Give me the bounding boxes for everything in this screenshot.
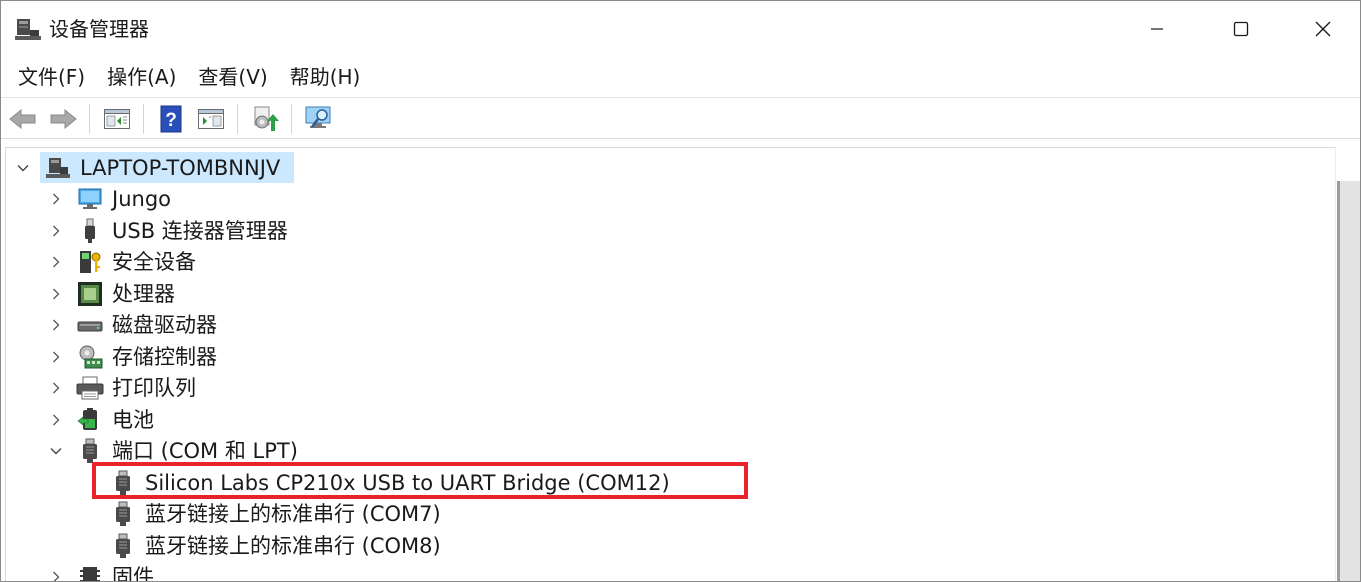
chevron-right-icon[interactable] xyxy=(49,224,63,238)
window-title: 设备管理器 xyxy=(49,17,149,41)
category-label: USB 连接器管理器 xyxy=(112,219,288,243)
show-hide-console-tree-button[interactable] xyxy=(101,103,133,135)
chevron-right-icon[interactable] xyxy=(49,255,63,269)
port-icon xyxy=(109,469,137,497)
show-hide-console-tree-icon xyxy=(104,109,130,129)
security-device-icon xyxy=(76,248,104,276)
tree-category-firmware[interactable]: 固件 xyxy=(6,561,1306,582)
menu-help[interactable]: 帮助(H) xyxy=(279,61,372,93)
device-manager-window: 设备管理器 文件(F) 操作(A) 查看(V) 帮助(H) ? LAPTOP-T… xyxy=(0,0,1361,582)
usb-connector-icon xyxy=(76,217,104,245)
firmware-icon xyxy=(76,563,104,581)
toolbar-separator xyxy=(89,104,90,134)
chevron-down-icon[interactable] xyxy=(16,161,30,175)
tree-category-ports[interactable]: 端口 (COM 和 LPT) xyxy=(6,435,1306,466)
computer-name-label: LAPTOP-TOMBNNJV xyxy=(80,156,281,180)
category-label: 磁盘驱动器 xyxy=(112,313,217,337)
toolbar-separator xyxy=(143,104,144,134)
chevron-right-icon[interactable] xyxy=(49,318,63,332)
title-bar: 设备管理器 xyxy=(1,1,1360,57)
maximize-button[interactable] xyxy=(1195,1,1287,57)
category-label: 电池 xyxy=(112,408,154,432)
menu-view[interactable]: 查看(V) xyxy=(187,61,278,93)
menu-action[interactable]: 操作(A) xyxy=(96,61,187,93)
battery-icon xyxy=(76,406,104,434)
device-label: Silicon Labs CP210x USB to UART Bridge (… xyxy=(145,471,670,495)
tree-root-computer[interactable]: LAPTOP-TOMBNNJV xyxy=(6,152,1306,183)
tree-category-security-devices[interactable]: 安全设备 xyxy=(6,246,1306,277)
tree-category-print-queues[interactable]: 打印队列 xyxy=(6,372,1306,403)
minimize-button[interactable] xyxy=(1111,1,1203,57)
disk-drive-icon xyxy=(76,311,104,339)
update-driver-button[interactable] xyxy=(249,103,281,135)
back-button[interactable] xyxy=(7,103,39,135)
category-label: 处理器 xyxy=(112,282,175,306)
tree-category-disk-drives[interactable]: 磁盘驱动器 xyxy=(6,309,1306,340)
forward-button[interactable] xyxy=(47,103,79,135)
help-button[interactable]: ? xyxy=(155,103,187,135)
chevron-down-icon[interactable] xyxy=(49,444,63,458)
device-manager-app-icon xyxy=(15,16,41,42)
chevron-right-icon[interactable] xyxy=(49,350,63,364)
printer-icon xyxy=(76,374,104,402)
computer-icon xyxy=(44,154,72,182)
toolbar-separator xyxy=(291,104,292,134)
close-icon xyxy=(1315,21,1331,37)
device-label: 蓝牙链接上的标准串行 (COM8) xyxy=(145,534,441,558)
scan-hardware-button[interactable] xyxy=(303,103,335,135)
toolbar-separator xyxy=(237,104,238,134)
device-label: 蓝牙链接上的标准串行 (COM7) xyxy=(145,502,441,526)
svg-text:?: ? xyxy=(165,110,177,131)
action-pane-button[interactable] xyxy=(195,103,227,135)
tree-device-bluetooth-serial-com8[interactable]: 蓝牙链接上的标准串行 (COM8) xyxy=(6,530,1306,561)
port-icon xyxy=(109,532,137,560)
minimize-icon xyxy=(1151,28,1163,30)
tree-device-cp210x-com12[interactable]: Silicon Labs CP210x USB to UART Bridge (… xyxy=(6,467,1306,498)
tree-category-storage-controllers[interactable]: 存储控制器 xyxy=(6,341,1306,372)
maximize-icon xyxy=(1233,21,1249,37)
toolbar: ? xyxy=(1,97,1360,139)
close-button[interactable] xyxy=(1277,1,1360,57)
tree-category-batteries[interactable]: 电池 xyxy=(6,404,1306,435)
tree-category-jungo[interactable]: Jungo xyxy=(6,183,1306,214)
port-icon xyxy=(109,500,137,528)
chevron-right-icon[interactable] xyxy=(49,192,63,206)
update-driver-icon xyxy=(254,106,279,131)
scrollbar-thumb[interactable] xyxy=(1337,181,1360,581)
port-icon xyxy=(76,437,104,465)
help-icon: ? xyxy=(160,105,182,133)
chevron-right-icon[interactable] xyxy=(49,570,63,581)
menu-bar: 文件(F) 操作(A) 查看(V) 帮助(H) xyxy=(1,57,1360,97)
scan-hardware-icon xyxy=(305,106,331,128)
processor-icon xyxy=(76,280,104,308)
tree-category-usb-connector-manager[interactable]: USB 连接器管理器 xyxy=(6,215,1306,246)
menu-file[interactable]: 文件(F) xyxy=(7,61,96,93)
action-pane-icon xyxy=(198,109,224,129)
tree-device-bluetooth-serial-com7[interactable]: 蓝牙链接上的标准串行 (COM7) xyxy=(6,498,1306,529)
category-label: 打印队列 xyxy=(112,376,196,400)
device-tree: LAPTOP-TOMBNNJV Jungo USB 连接器管理器 安全设备 处理… xyxy=(5,147,1335,582)
vertical-scrollbar[interactable] xyxy=(1335,147,1360,581)
category-label: 安全设备 xyxy=(112,250,196,274)
chevron-right-icon[interactable] xyxy=(49,381,63,395)
back-arrow-icon xyxy=(9,108,36,130)
chevron-right-icon[interactable] xyxy=(49,287,63,301)
category-label: 存储控制器 xyxy=(112,345,217,369)
storage-controller-icon xyxy=(76,343,104,371)
monitor-icon xyxy=(76,185,104,213)
category-label: Jungo xyxy=(112,187,171,211)
category-label: 固件 xyxy=(112,565,154,582)
chevron-right-icon[interactable] xyxy=(49,413,63,427)
category-label: 端口 (COM 和 LPT) xyxy=(112,439,298,463)
tree-category-processors[interactable]: 处理器 xyxy=(6,278,1306,309)
forward-arrow-icon xyxy=(50,108,77,130)
